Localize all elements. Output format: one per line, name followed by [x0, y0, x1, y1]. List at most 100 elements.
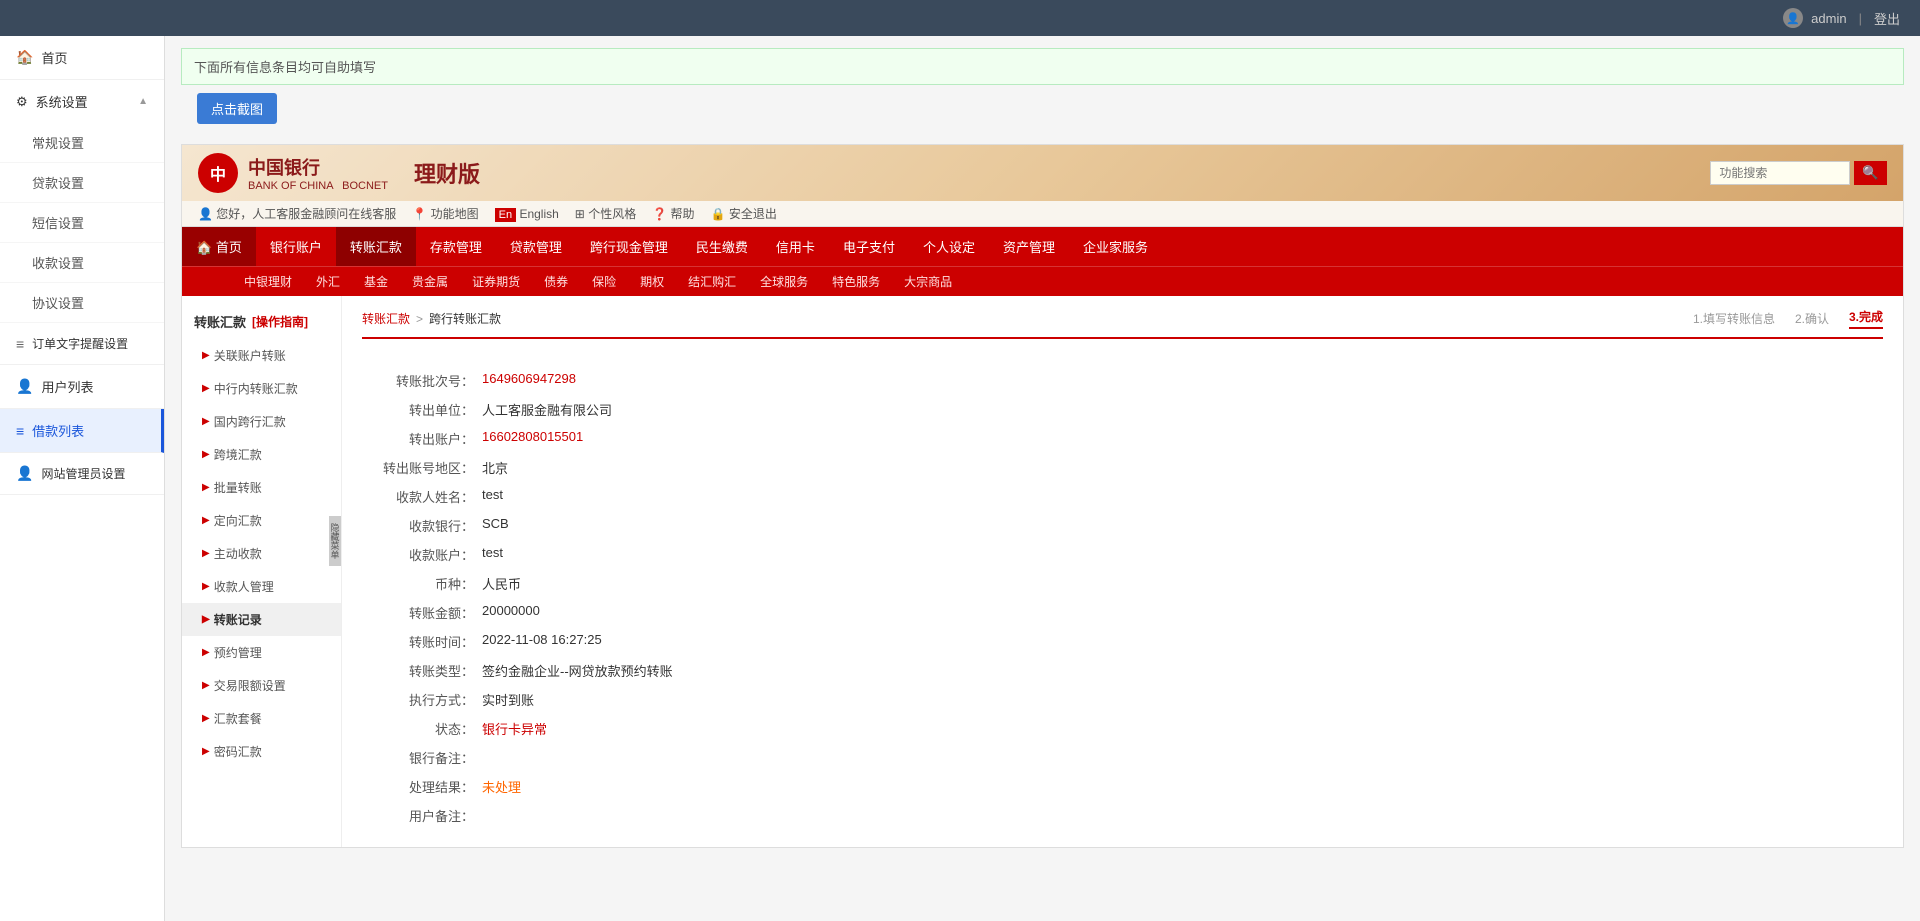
detail-from-unit: 转出单位： 人工客服金融有限公司 — [362, 400, 1883, 419]
bank-search[interactable]: 🔍 — [1710, 161, 1887, 185]
user-avatar: 👤 — [1783, 8, 1803, 28]
tri-icon-11: ▶ — [202, 713, 210, 724]
bank-logo: 中 中国银行 BANK OF CHINA BOCNET 理财版 — [198, 153, 480, 193]
list-icon: ≡ — [16, 336, 24, 352]
sidebar-item-user-list[interactable]: 👤 用户列表 — [0, 365, 164, 409]
bank-nav-bank-account[interactable]: 银行账户 — [256, 227, 336, 266]
bank-search-button[interactable]: 🔍 — [1854, 161, 1887, 185]
bank-nav-loan[interactable]: 贷款管理 — [496, 227, 576, 266]
bank-logo-circle: 中 — [198, 153, 238, 193]
bank-panel-item-8[interactable]: ▶ 转账记录 — [182, 603, 341, 636]
hide-panel-button[interactable]: 隐藏菜单 — [329, 516, 341, 566]
bank-panel-item-5[interactable]: ▶ 定向汇款 — [182, 504, 341, 537]
bank-main-nav: 🏠 首页 银行账户 转账汇款 存款管理 贷款管理 跨行现金管理 — [182, 227, 1903, 266]
sidebar-item-site-admin[interactable]: 👤 网站管理员设置 — [0, 453, 164, 495]
bank-sub-nav: 中银理财 外汇 基金 贵金属 证券期货 债券 保险 期权 结汇购汇 全球服务 特… — [182, 266, 1903, 296]
detail-execution: 执行方式： 实时到账 — [362, 690, 1883, 709]
lock-icon: 🔒 — [711, 207, 726, 221]
tri-icon-0: ▶ — [202, 350, 210, 361]
top-bar-right: 👤 admin | 登出 — [1783, 8, 1900, 28]
sidebar-item-loan-settings[interactable]: 贷款设置 — [0, 163, 164, 203]
bank-panel-item-4[interactable]: ▶ 批量转账 — [182, 471, 341, 504]
bank-sub-nav-7[interactable]: 期权 — [628, 269, 676, 294]
bank-sub-nav-4[interactable]: 证券期货 — [460, 269, 532, 294]
top-bar: 👤 admin | 登出 — [0, 0, 1920, 36]
bank-nav-e-pay[interactable]: 电子支付 — [829, 227, 909, 266]
map-icon: 📍 — [412, 207, 427, 221]
detail-currency: 币种： 人民币 — [362, 574, 1883, 593]
user-icon: 👤 — [16, 378, 33, 395]
bank-search-input[interactable] — [1710, 161, 1850, 185]
bank-nav-civil[interactable]: 民生缴费 — [682, 227, 762, 266]
bank-nav-personal-settings[interactable]: 个人设定 — [909, 227, 989, 266]
detail-payee-name: 收款人姓名： test — [362, 487, 1883, 506]
tri-icon-1: ▶ — [202, 383, 210, 394]
detail-process-result: 处理结果： 未处理 — [362, 777, 1883, 796]
sidebar: 🏠 首页 ⚙ 系统设置 ▲ 常规设置 贷款设置 短信设置 收款设置 协议设置 ≡… — [0, 36, 165, 921]
logout-button[interactable]: 登出 — [1874, 9, 1900, 28]
detail-amount: 转账金额： 20000000 — [362, 603, 1883, 622]
main-layout: 🏠 首页 ⚙ 系统设置 ▲ 常规设置 贷款设置 短信设置 收款设置 协议设置 ≡… — [0, 36, 1920, 921]
screenshot-button[interactable]: 点击截图 — [197, 93, 277, 124]
sidebar-item-order-text[interactable]: ≡ 订单文字提醒设置 — [0, 323, 164, 365]
bank-sub-nav-8[interactable]: 结汇购汇 — [676, 269, 748, 294]
user-greeting: 👤 您好，人工客服金融顾问在线客服 — [198, 205, 396, 222]
bank-name-cn: 中国银行 — [248, 154, 388, 180]
bank-nav-credit-card[interactable]: 信用卡 — [762, 227, 829, 266]
tri-icon-8: ▶ — [202, 614, 210, 625]
tri-icon-5: ▶ — [202, 515, 210, 526]
bank-sub-nav-3[interactable]: 贵金属 — [400, 269, 460, 294]
chevron-up-icon: ▲ — [138, 96, 148, 107]
bank-panel-item-2[interactable]: ▶ 国内跨行汇款 — [182, 405, 341, 438]
style-link[interactable]: ⊞ 个性风格 — [575, 205, 636, 222]
sidebar-item-general-settings[interactable]: 常规设置 — [0, 123, 164, 163]
bank-title: 理财版 — [414, 157, 480, 189]
bank-nav-deposit[interactable]: 存款管理 — [416, 227, 496, 266]
bank-panel-item-6[interactable]: ▶ 主动收款 — [182, 537, 341, 570]
bank-sub-nav-11[interactable]: 大宗商品 — [892, 269, 964, 294]
tri-icon-2: ▶ — [202, 416, 210, 427]
english-button[interactable]: En English — [495, 207, 559, 221]
breadcrumb-current: 跨行转账汇款 — [429, 310, 501, 327]
detail-status: 状态： 银行卡异常 — [362, 719, 1883, 738]
detail-type: 转账类型： 签约金融企业--网贷放款预约转账 — [362, 661, 1883, 680]
sidebar-item-collection-settings[interactable]: 收款设置 — [0, 243, 164, 283]
bank-sub-nav-5[interactable]: 债券 — [532, 269, 580, 294]
gear-icon: ⚙ — [16, 94, 28, 110]
sidebar-item-loan-list[interactable]: ≡ 借款列表 — [0, 409, 164, 453]
bank-left-panel: 转账汇款 [操作指南] ▶ 关联账户转账 ▶ 中行内转账汇款 ▶ 国内跨行汇款 — [182, 296, 342, 847]
bank-nav-cross-bank-cash[interactable]: 跨行现金管理 — [576, 227, 682, 266]
bank-nav-transfer[interactable]: 转账汇款 — [336, 227, 416, 266]
bank-panel-item-0[interactable]: ▶ 关联账户转账 — [182, 339, 341, 372]
bank-panel-item-1[interactable]: ▶ 中行内转账汇款 — [182, 372, 341, 405]
bank-sub-nav-0[interactable]: 中银理财 — [232, 269, 304, 294]
sidebar-item-sms-settings[interactable]: 短信设置 — [0, 203, 164, 243]
sidebar-item-protocol-settings[interactable]: 协议设置 — [0, 283, 164, 323]
detail-payee-bank: 收款银行： SCB — [362, 516, 1883, 535]
detail-from-region: 转出账号地区： 北京 — [362, 458, 1883, 477]
bank-sub-nav-10[interactable]: 特色服务 — [820, 269, 892, 294]
sidebar-item-system-settings[interactable]: ⚙ 系统设置 ▲ — [0, 80, 164, 123]
bank-sub-nav-9[interactable]: 全球服务 — [748, 269, 820, 294]
exit-link[interactable]: 🔒 安全退出 — [711, 205, 777, 222]
bank-sub-nav-1[interactable]: 外汇 — [304, 269, 352, 294]
bank-panel-item-9[interactable]: ▶ 预约管理 — [182, 636, 341, 669]
help-link[interactable]: ❓ 帮助 — [652, 205, 694, 222]
bank-panel-item-11[interactable]: ▶ 汇款套餐 — [182, 702, 341, 735]
bank-nav-home[interactable]: 🏠 首页 — [182, 227, 256, 266]
bank-sub-nav-6[interactable]: 保险 — [580, 269, 628, 294]
detail-time: 转账时间： 2022-11-08 16:27:25 — [362, 632, 1883, 651]
bank-panel-item-7[interactable]: ▶ 收款人管理 — [182, 570, 341, 603]
bank-panel-item-3[interactable]: ▶ 跨境汇款 — [182, 438, 341, 471]
bank-panel-item-10[interactable]: ▶ 交易限额设置 — [182, 669, 341, 702]
bank-user-bar: 👤 您好，人工客服金融顾问在线客服 📍 功能地图 En English ⊞ 个性… — [182, 201, 1903, 227]
sidebar-item-home[interactable]: 🏠 首页 — [0, 36, 164, 80]
tri-icon-12: ▶ — [202, 746, 210, 757]
bank-nav-enterprise[interactable]: 企业家服务 — [1069, 227, 1162, 266]
bank-nav-asset-mgmt[interactable]: 资产管理 — [989, 227, 1069, 266]
tri-icon-4: ▶ — [202, 482, 210, 493]
bank-sub-nav-2[interactable]: 基金 — [352, 269, 400, 294]
map-link[interactable]: 📍 功能地图 — [412, 205, 478, 222]
bank-panel-item-12[interactable]: ▶ 密码汇款 — [182, 735, 341, 768]
username-label: admin — [1811, 11, 1846, 26]
